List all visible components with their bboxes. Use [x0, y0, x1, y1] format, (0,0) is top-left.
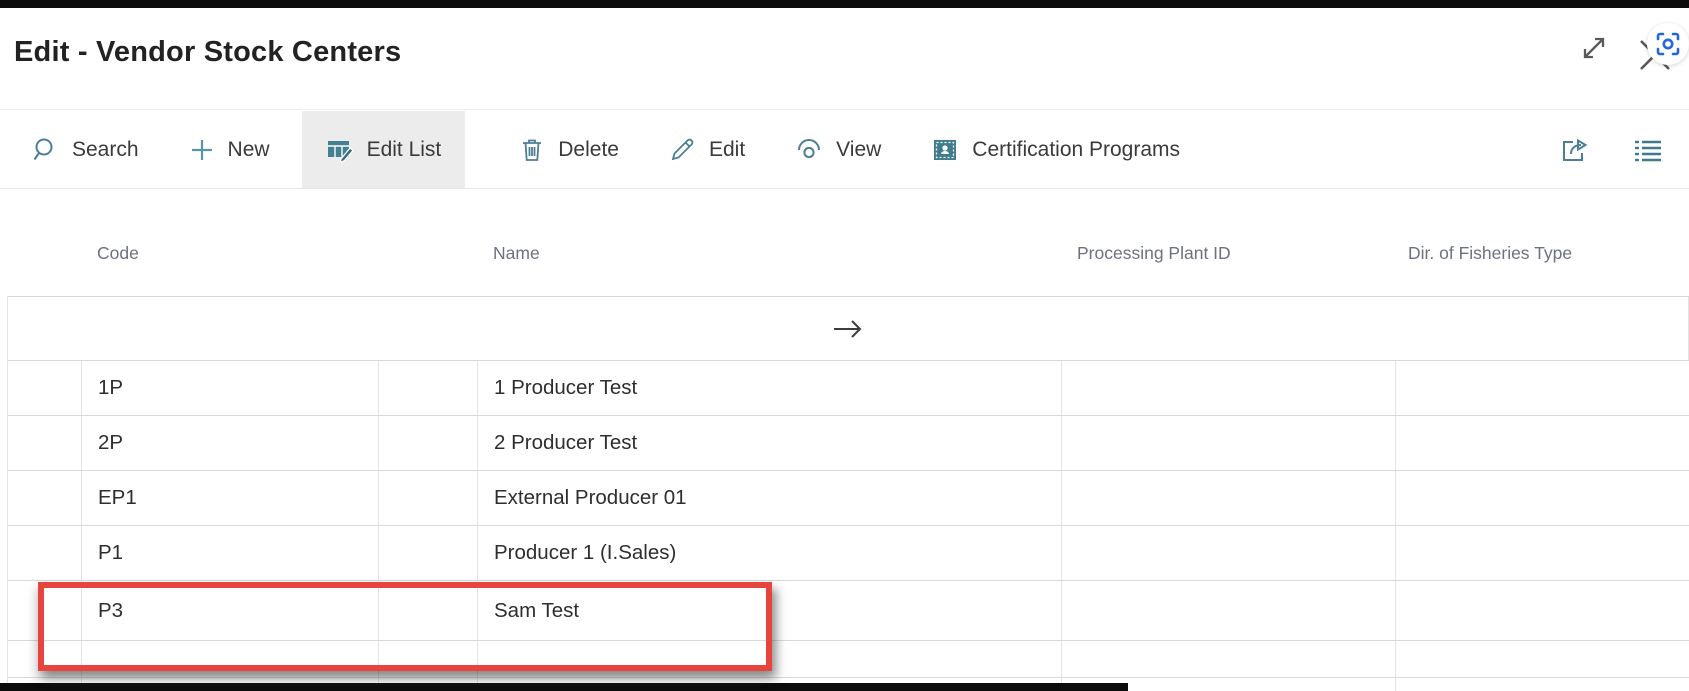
certificate-icon [931, 137, 959, 163]
action-toolbar: Search New Edit List [0, 111, 1689, 189]
delete-label: Delete [558, 138, 619, 162]
search-button[interactable]: Search [30, 111, 141, 188]
certification-programs-button[interactable]: Certification Programs [929, 111, 1182, 188]
column-header-code[interactable]: Code [81, 232, 378, 272]
titlebar: Edit - Vendor Stock Centers [0, 8, 1689, 110]
edit-label: Edit [709, 138, 745, 162]
code-cell[interactable]: 1P [82, 361, 379, 415]
code-cell[interactable]: P3 [82, 581, 379, 640]
code-cell[interactable]: P1 [82, 526, 379, 580]
table-row[interactable]: EP1 External Producer 01 [8, 471, 1689, 526]
dir-of-fisheries-type-cell[interactable] [1396, 526, 1689, 580]
row-arrow-icon [831, 318, 865, 340]
view-label: View [836, 138, 881, 162]
dir-of-fisheries-type-cell[interactable] [1396, 416, 1689, 470]
search-icon [32, 136, 59, 163]
toolbar-right-actions [1559, 111, 1689, 189]
name-cell[interactable]: 2 Producer Test [478, 416, 1062, 470]
code-cell[interactable] [82, 641, 379, 677]
vendor-stock-centers-window: Edit - Vendor Stock Centers [0, 0, 1689, 691]
processing-plant-id-cell[interactable] [1062, 581, 1396, 640]
name-cell[interactable]: Sam Test [478, 581, 1062, 640]
processing-plant-id-cell[interactable] [1062, 526, 1396, 580]
top-black-bar [0, 0, 1689, 8]
table-row[interactable]: 2P 2 Producer Test [8, 416, 1689, 471]
dir-of-fisheries-type-cell[interactable] [1396, 581, 1689, 640]
view-button[interactable]: View [793, 111, 883, 188]
dir-of-fisheries-type-cell[interactable] [1396, 361, 1689, 415]
processing-plant-id-cell[interactable] [1062, 471, 1396, 525]
name-cell[interactable]: 1 Producer Test [478, 361, 1062, 415]
column-header-name[interactable]: Name [477, 232, 1061, 272]
code-cell[interactable]: 2P [82, 416, 379, 470]
name-cell[interactable] [478, 641, 1062, 677]
page-title: Edit - Vendor Stock Centers [14, 36, 401, 69]
column-header-processing-plant-id[interactable]: Processing Plant ID [1061, 232, 1395, 272]
name-cell[interactable]: Producer 1 (I.Sales) [478, 526, 1062, 580]
bottom-black-bar [0, 683, 1128, 691]
view-icon [795, 137, 823, 163]
processing-plant-id-cell[interactable] [1062, 361, 1396, 415]
new-label: New [228, 138, 270, 162]
column-header-dir-of-fisheries-type[interactable]: Dir. of Fisheries Type [1395, 232, 1689, 272]
processing-plant-id-cell[interactable] [1062, 641, 1396, 677]
processing-plant-id-cell[interactable] [1062, 416, 1396, 470]
table-row[interactable]: P1 Producer 1 (I.Sales) [8, 526, 1689, 581]
trash-icon [519, 136, 545, 163]
edit-list-label: Edit List [367, 138, 442, 162]
table-row[interactable]: 027 A456 - Fiskitangi [8, 297, 1689, 361]
delete-button[interactable]: Delete [517, 111, 621, 188]
pencil-icon [669, 136, 696, 163]
table-row[interactable] [8, 641, 1689, 678]
vendor-stock-centers-table: 027 A456 - Fiskitangi 1P 1 Producer Test… [7, 296, 1689, 691]
table-row[interactable]: 1P 1 Producer Test [8, 361, 1689, 416]
dir-of-fisheries-type-cell[interactable] [1396, 471, 1689, 525]
table-header-row: Code Name Processing Plant ID Dir. of Fi… [7, 232, 1689, 272]
share-icon[interactable] [1559, 135, 1591, 165]
search-label: Search [72, 138, 139, 162]
edit-button[interactable]: Edit [667, 111, 747, 188]
new-button[interactable]: New [187, 111, 272, 188]
edit-list-button[interactable]: Edit List [302, 111, 466, 188]
screenshot-lens-icon [1655, 31, 1681, 57]
certification-programs-label: Certification Programs [972, 138, 1180, 162]
screenshot-tool-overlay[interactable] [1647, 23, 1689, 65]
dir-of-fisheries-type-cell[interactable] [1396, 641, 1689, 677]
list-view-icon[interactable] [1633, 137, 1663, 163]
code-cell[interactable]: EP1 [82, 471, 379, 525]
table-row-highlighted[interactable]: P3 Sam Test [8, 581, 1689, 641]
name-cell[interactable]: External Producer 01 [478, 471, 1062, 525]
edit-list-icon [326, 137, 354, 163]
selected-row-indicator [8, 297, 1689, 360]
plus-icon [189, 137, 215, 163]
expand-window-icon[interactable] [1576, 30, 1612, 66]
